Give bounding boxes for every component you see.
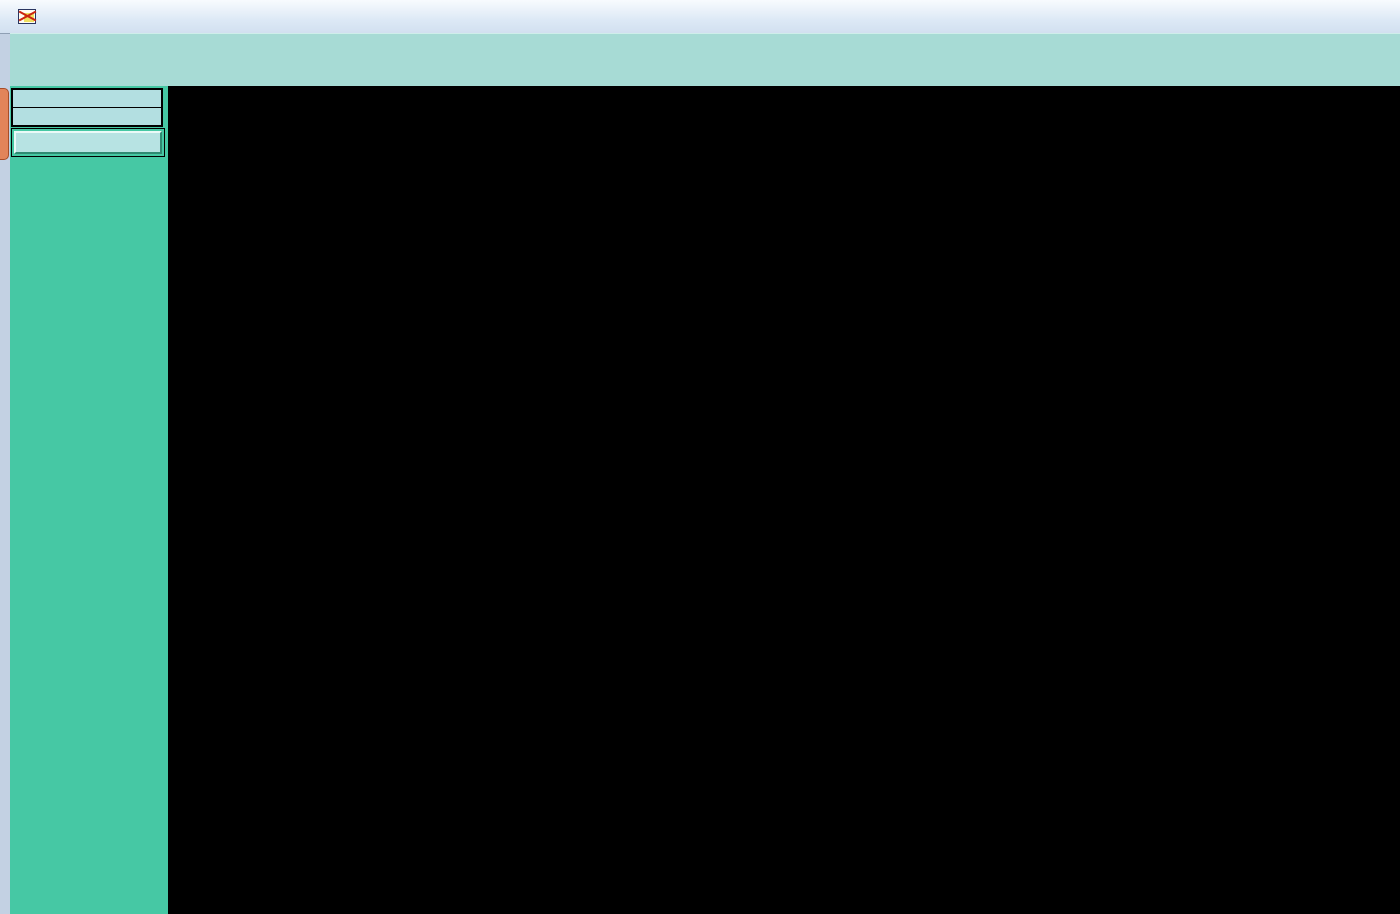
background-window-tab (0, 88, 9, 160)
sidebar (10, 86, 170, 914)
title-bar (0, 0, 1400, 34)
step-name-box (12, 107, 162, 126)
job-matrix-button[interactable] (14, 131, 162, 154)
menu-bar (10, 33, 1400, 90)
job-name-box (12, 89, 162, 108)
job-matrix-frame (11, 128, 165, 157)
job-info-panel (11, 88, 163, 127)
pcb-canvas[interactable] (168, 86, 1400, 914)
app-icon (18, 9, 37, 24)
